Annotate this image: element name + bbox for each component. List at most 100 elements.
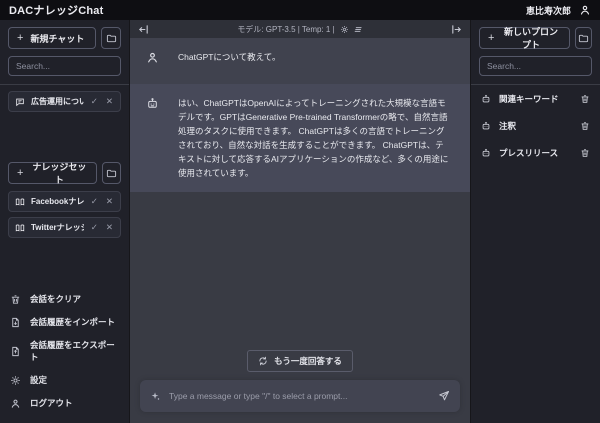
menu-item-label: 設定 <box>30 374 47 386</box>
prompt-search-input[interactable] <box>479 56 592 76</box>
prompt-label: 注釈 <box>499 120 572 132</box>
topbar: DACナレッジChat 恵比寿次郎 <box>0 0 600 20</box>
prompt-folder-button[interactable] <box>575 27 592 49</box>
book-icon <box>15 223 25 233</box>
menu-item-logout[interactable]: ログアウト <box>10 397 119 409</box>
trash-icon[interactable] <box>580 94 590 104</box>
new-prompt-row: + 新しいプロンプト <box>479 27 592 49</box>
refresh-icon <box>258 356 268 366</box>
user-avatar-icon <box>146 51 159 64</box>
menu-item-label: 会話履歴をインポート <box>30 316 115 328</box>
chat-history-label: 広告運用について教えて <box>31 96 84 107</box>
collapse-right-icon[interactable] <box>451 24 462 35</box>
new-chat-label: 新規チャット <box>30 32 84 45</box>
app-title: DACナレッジChat <box>9 2 103 18</box>
message-input[interactable] <box>169 391 430 401</box>
robot-icon <box>481 148 491 158</box>
send-button[interactable] <box>438 390 450 402</box>
folder-icon <box>106 168 117 179</box>
chat-history-item[interactable]: 広告運用について教えて ✓ ✕ <box>8 91 121 112</box>
user-icon[interactable] <box>579 4 591 16</box>
menu-item-export-history[interactable]: 会話履歴をエクスポート <box>10 339 119 363</box>
assistant-message-text: はい、ChatGPTはOpenAIによってトレーニングされた大規模な言語モデルで… <box>178 96 454 180</box>
file-export-icon <box>10 346 21 357</box>
model-info-text: モデル: GPT-3.5 | Temp: 1 | <box>237 24 334 35</box>
right-sidebar: + 新しいプロンプト 関連キーワード <box>470 20 600 423</box>
knowledge-item-label: Facebookナレッジ <box>31 196 84 207</box>
knowledge-folder-button[interactable] <box>102 162 121 184</box>
prompt-label: 関連キーワード <box>499 93 572 105</box>
knowledge-set-row: + ナレッジセット <box>8 162 121 184</box>
menu-item-clear-chat[interactable]: 会話をクリア <box>10 293 119 305</box>
knowledge-item-label: Twitterナレッジ <box>31 222 84 233</box>
file-import-icon <box>10 317 21 328</box>
sidebar-divider <box>0 84 129 85</box>
robot-icon <box>481 121 491 131</box>
new-chat-row: + 新規チャット <box>8 27 121 49</box>
knowledge-set-button[interactable]: + ナレッジセット <box>8 162 97 184</box>
user-name: 恵比寿次郎 <box>526 4 571 17</box>
chat-folder-button[interactable] <box>101 27 121 49</box>
confirm-icon[interactable]: ✓ <box>90 196 99 207</box>
chat-spacer <box>130 192 470 350</box>
trash-icon <box>10 294 21 305</box>
app-window: DACナレッジChat 恵比寿次郎 + 新規チャット <box>0 0 600 423</box>
book-icon <box>15 197 25 207</box>
sidebar-spacer <box>479 172 592 409</box>
new-prompt-label: 新しいプロンプト <box>501 25 560 51</box>
left-sidebar: + 新規チャット 広告運用について教えて ✓ ✕ <box>0 20 130 423</box>
gear-icon[interactable] <box>340 25 349 34</box>
menu-item-label: 会話をクリア <box>30 293 81 305</box>
user-message-text: ChatGPTについて教えて。 <box>178 50 285 64</box>
close-icon[interactable]: ✕ <box>105 96 114 107</box>
chat-header: モデル: GPT-3.5 | Temp: 1 | <box>130 20 470 38</box>
plus-icon: + <box>488 32 494 44</box>
sidebar-divider <box>471 84 600 85</box>
plus-icon: + <box>17 167 23 179</box>
sparkle-icon <box>150 391 161 402</box>
main-layout: + 新規チャット 広告運用について教えて ✓ ✕ <box>0 20 600 423</box>
regenerate-area: もう一度回答する <box>130 350 470 372</box>
regenerate-label: もう一度回答する <box>274 355 342 367</box>
knowledge-item-twitter[interactable]: Twitterナレッジ ✓ ✕ <box>8 217 121 238</box>
knowledge-set-label: ナレッジセット <box>30 160 88 186</box>
robot-icon <box>481 94 491 104</box>
trash-icon[interactable] <box>580 121 590 131</box>
user-message-row: ChatGPTについて教えて。 <box>130 38 470 84</box>
menu-item-settings[interactable]: 設定 <box>10 374 119 386</box>
message-input-bar <box>140 380 460 412</box>
logout-icon <box>10 398 21 409</box>
close-icon[interactable]: ✕ <box>105 222 114 233</box>
send-icon <box>438 390 450 402</box>
new-chat-button[interactable]: + 新規チャット <box>8 27 96 49</box>
menu-item-label: ログアウト <box>30 397 73 409</box>
prompt-item-annotation[interactable]: 注釈 <box>481 118 590 134</box>
assistant-message-row: はい、ChatGPTはOpenAIによってトレーニングされた大規模な言語モデルで… <box>130 84 470 192</box>
confirm-icon[interactable]: ✓ <box>90 222 99 233</box>
collapse-left-icon[interactable] <box>138 24 149 35</box>
chat-bubble-icon <box>15 97 25 107</box>
confirm-icon[interactable]: ✓ <box>90 96 99 107</box>
list-menu-icon[interactable] <box>354 25 363 34</box>
knowledge-item-facebook[interactable]: Facebookナレッジ ✓ ✕ <box>8 191 121 212</box>
menu-item-import-history[interactable]: 会話履歴をインポート <box>10 316 119 328</box>
sidebar-menu: 会話をクリア 会話履歴をインポート 会話履歴をエクスポート <box>8 293 121 409</box>
chat-panel: モデル: GPT-3.5 | Temp: 1 | ChatGPTについて教えて。 <box>130 20 470 423</box>
topbar-user-area: 恵比寿次郎 <box>526 4 591 17</box>
model-info-area: モデル: GPT-3.5 | Temp: 1 | <box>149 24 451 35</box>
new-prompt-button[interactable]: + 新しいプロンプト <box>479 27 570 49</box>
menu-item-label: 会話履歴をエクスポート <box>30 339 119 363</box>
plus-icon: + <box>17 32 23 44</box>
prompt-item-keywords[interactable]: 関連キーワード <box>481 91 590 107</box>
folder-icon <box>106 33 117 44</box>
close-icon[interactable]: ✕ <box>105 196 114 207</box>
sidebar-spacer <box>8 243 121 293</box>
gear-icon <box>10 375 21 386</box>
chat-search-input[interactable] <box>8 56 121 76</box>
prompt-label: プレスリリース <box>499 147 572 159</box>
prompt-item-press-release[interactable]: プレスリリース <box>481 145 590 161</box>
folder-icon <box>578 33 589 44</box>
regenerate-button[interactable]: もう一度回答する <box>247 350 353 372</box>
robot-icon <box>146 97 159 110</box>
trash-icon[interactable] <box>580 148 590 158</box>
